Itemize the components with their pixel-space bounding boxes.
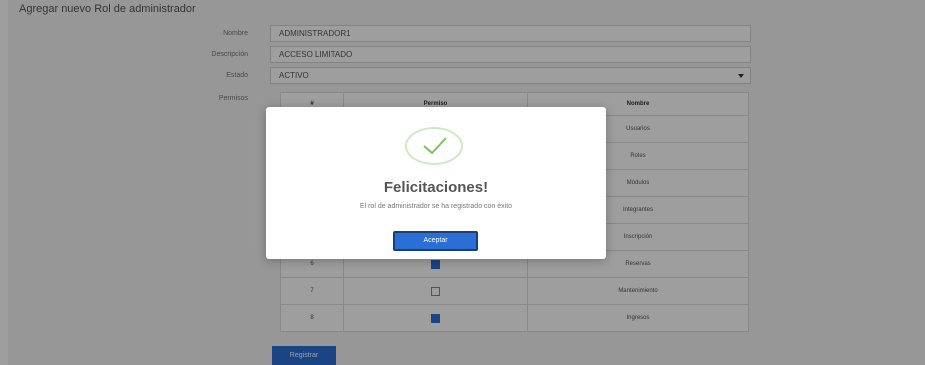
success-icon-ring (405, 127, 463, 165)
accept-button[interactable]: Aceptar (393, 231, 478, 251)
checkmark-icon (423, 137, 447, 155)
dialog-title: Felicitaciones! (383, 179, 489, 196)
success-dialog: Felicitaciones! El rol de administrador … (266, 107, 606, 259)
modal-overlay: Felicitaciones! El rol de administrador … (0, 0, 925, 365)
dialog-message: El rol de administrador se ha registrado… (359, 203, 513, 210)
